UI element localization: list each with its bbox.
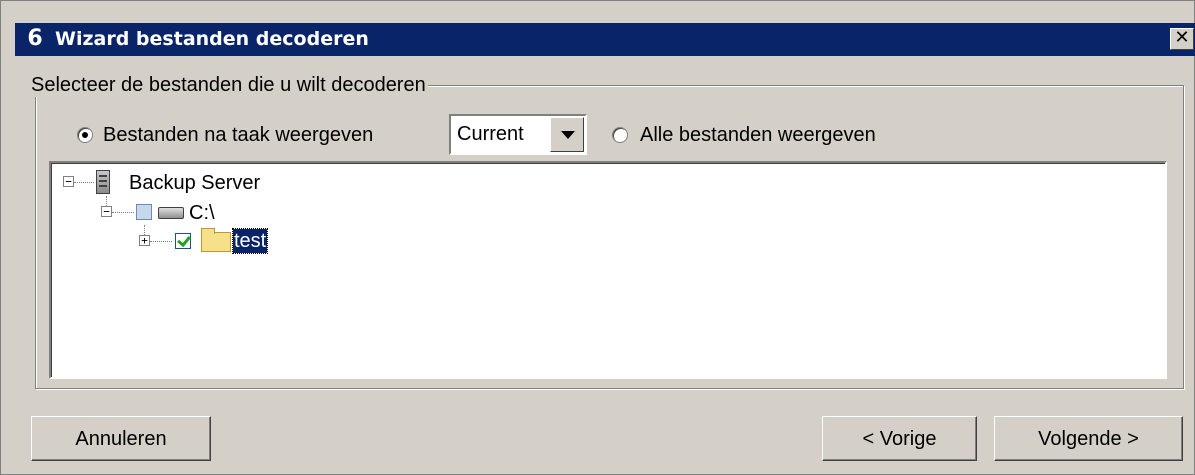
radio-by-job-label[interactable]: Bestanden na taak weergeven xyxy=(103,123,373,147)
cancel-button[interactable]: Annuleren xyxy=(31,416,211,461)
radio-all-files[interactable] xyxy=(612,127,628,143)
job-select[interactable]: Current xyxy=(449,114,587,155)
wizard-window: 6 Wizard bestanden decoderen ✕ Selecteer… xyxy=(0,0,1195,475)
tree-connector xyxy=(150,241,172,242)
collapse-icon[interactable]: − xyxy=(101,206,112,217)
window-title: Wizard bestanden decoderen xyxy=(55,28,369,50)
drive-checkbox[interactable] xyxy=(136,204,152,220)
radio-all-files-label[interactable]: Alle bestanden weergeven xyxy=(640,123,876,147)
file-tree[interactable]: − Backup Server − C:\ + test xyxy=(49,161,1167,379)
app-icon: 6 xyxy=(23,27,47,51)
tree-connector xyxy=(74,182,94,183)
tree-connector xyxy=(112,212,134,213)
folder-checkbox[interactable] xyxy=(175,233,191,249)
folder-icon xyxy=(201,228,231,252)
next-button[interactable]: Volgende > xyxy=(994,416,1183,461)
tree-item-test[interactable]: test xyxy=(231,228,269,254)
chevron-down-icon[interactable] xyxy=(550,117,584,152)
expand-icon[interactable]: + xyxy=(139,235,150,246)
radio-by-job[interactable] xyxy=(77,127,93,143)
tree-item-drive-c[interactable]: C:\ xyxy=(189,201,215,225)
tree-item-backup-server[interactable]: Backup Server xyxy=(129,171,260,195)
group-legend: Selecteer de bestanden die u wilt decode… xyxy=(29,73,428,97)
server-icon xyxy=(96,170,110,194)
collapse-icon[interactable]: − xyxy=(63,176,74,187)
title-bar[interactable]: 6 Wizard bestanden decoderen ✕ xyxy=(15,23,1195,56)
job-select-value: Current xyxy=(457,123,524,145)
previous-button[interactable]: < Vorige xyxy=(822,416,977,461)
drive-icon xyxy=(158,207,184,219)
close-button[interactable]: ✕ xyxy=(1170,28,1194,50)
